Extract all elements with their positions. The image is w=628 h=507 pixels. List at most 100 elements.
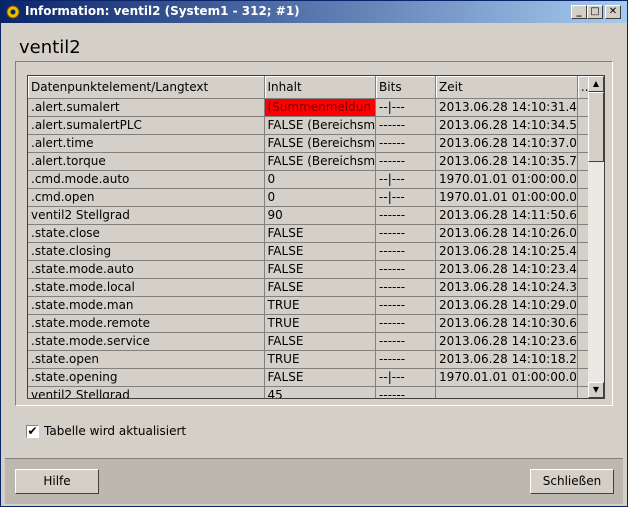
cell-content: TRUE [264, 350, 377, 369]
vertical-scrollbar[interactable]: ▲ ▼ [588, 76, 604, 398]
cell-time: 2013.06.28 14:10:31.4 [435, 98, 578, 117]
cell-time: 2013.06.28 14:10:25.4 [435, 242, 578, 261]
cell-content: FALSE [264, 368, 377, 387]
datapoint-grid: Datenpunktelement/Langtext Inhalt Bits Z… [28, 76, 602, 398]
cell-content: FALSE [264, 242, 377, 261]
table-row[interactable]: .state.closing FALSE ------ 2013.06.28 14:1… [28, 242, 602, 261]
cell-bits: --|--- [375, 368, 437, 387]
button-bar: Hilfe Schließen [5, 458, 623, 504]
cell-time: 2013.06.28 14:10:37.0 [435, 134, 578, 153]
table-row[interactable]: .alert.torque FALSE (Bereichsm ------ 2013.… [28, 152, 602, 171]
minimize-icon: _ [576, 6, 582, 17]
cell-time: 2013.06.28 14:10:34.5 [435, 116, 578, 135]
cell-bits: ------ [375, 260, 437, 279]
table-row[interactable]: .cmd.open 0 --|--- 1970.01.01 01:00:00.0 [28, 188, 602, 207]
help-button[interactable]: Hilfe [15, 469, 99, 494]
cell-time: 2013.06.28 14:10:23.6 [435, 332, 578, 351]
title-bar[interactable]: Information: ventil2 (System1 - 312; #1)… [1, 1, 627, 23]
table-row[interactable]: ventil2 Stellgrad 45 ------ [28, 386, 602, 398]
cell-bits: ------ [375, 116, 437, 135]
auto-refresh-checkbox[interactable]: ✔ [26, 425, 39, 438]
cell-time [435, 386, 578, 398]
cell-element: .state.open [28, 350, 265, 369]
cell-time: 2013.06.28 14:10:30.6 [435, 314, 578, 333]
column-header-bits[interactable]: Bits [375, 76, 437, 99]
table-row[interactable]: .state.mode.man TRUE ------ 2013.06.28 14:1… [28, 296, 602, 315]
cell-element: .state.mode.service [28, 332, 265, 351]
table-row[interactable]: .state.mode.local FALSE ------ 2013.06.28 1… [28, 278, 602, 297]
table-row[interactable]: .state.mode.remote TRUE ------ 2013.06.28 1… [28, 314, 602, 333]
close-icon: ✕ [608, 6, 618, 17]
table-row[interactable]: .state.mode.auto FALSE ------ 2013.06.28 14… [28, 260, 602, 279]
cell-bits: --|--- [375, 188, 437, 207]
cell-time: 1970.01.01 01:00:00.0 [435, 170, 578, 189]
cell-content: (Summenmeldun [264, 98, 377, 117]
table-header-row: Datenpunktelement/Langtext Inhalt Bits Z… [28, 76, 602, 99]
close-button[interactable]: Schließen [530, 469, 614, 494]
cell-bits: ------ [375, 386, 437, 398]
cell-time: 2013.06.28 14:10:23.4 [435, 260, 578, 279]
cell-content: 0 [264, 188, 377, 207]
cell-time: 2013.06.28 14:10:29.0 [435, 296, 578, 315]
cell-bits: ------ [375, 206, 437, 225]
cell-time: 1970.01.01 01:00:00.0 [435, 188, 578, 207]
cell-bits: --|--- [375, 170, 437, 189]
cell-content: FALSE (Bereichsm [264, 134, 377, 153]
cell-time: 1970.01.01 01:00:00.0 [435, 368, 578, 387]
datapoint-table[interactable]: Datenpunktelement/Langtext Inhalt Bits Z… [27, 75, 605, 399]
table-row[interactable]: .state.close FALSE ------ 2013.06.28 14:10:… [28, 224, 602, 243]
dialog-window: Information: ventil2 (System1 - 312; #1)… [0, 0, 628, 507]
table-row[interactable]: .state.opening FALSE --|--- 1970.01.01 01:0… [28, 368, 602, 387]
maximize-button[interactable]: □ [587, 5, 603, 19]
close-window-button[interactable]: ✕ [605, 5, 621, 19]
table-row[interactable]: .state.mode.service FALSE ------ 2013.06.28… [28, 332, 602, 351]
cell-content: FALSE [264, 224, 377, 243]
cell-content: 0 [264, 170, 377, 189]
cell-element: .state.opening [28, 368, 265, 387]
gear-icon [6, 5, 20, 19]
cell-content: TRUE [264, 296, 377, 315]
cell-element: .alert.time [28, 134, 265, 153]
cell-bits: ------ [375, 224, 437, 243]
table-row[interactable]: .alert.sumalert (Summenmeldun --|--- 2013.0… [28, 98, 602, 117]
cell-bits: ------ [375, 278, 437, 297]
cell-time: 2013.06.28 14:11:50.6 [435, 206, 578, 225]
scroll-down-button[interactable]: ▼ [588, 382, 604, 398]
cell-element: ventil2 Stellgrad [28, 206, 265, 225]
cell-bits: ------ [375, 152, 437, 171]
cell-bits: ------ [375, 134, 437, 153]
cell-element: .state.close [28, 224, 265, 243]
cell-content: FALSE [264, 278, 377, 297]
cell-element: .state.mode.auto [28, 260, 265, 279]
cell-content: 90 [264, 206, 377, 225]
page-title: ventil2 [19, 37, 81, 58]
cell-element: .alert.sumalertPLC [28, 116, 265, 135]
cell-element: .state.mode.man [28, 296, 265, 315]
column-header-time[interactable]: Zeit [435, 76, 578, 99]
table-row[interactable]: .alert.sumalertPLC FALSE (Bereichsm ------… [28, 116, 602, 135]
cell-bits: ------ [375, 350, 437, 369]
column-header-element[interactable]: Datenpunktelement/Langtext [28, 76, 265, 99]
scrollbar-thumb[interactable] [588, 92, 604, 162]
table-row[interactable]: .alert.time FALSE (Bereichsm ------ 2013.06… [28, 134, 602, 153]
cell-bits: ------ [375, 332, 437, 351]
cell-content: TRUE [264, 314, 377, 333]
column-header-content[interactable]: Inhalt [264, 76, 377, 99]
arrow-down-icon: ▼ [592, 385, 600, 394]
cell-content: FALSE (Bereichsm [264, 152, 377, 171]
table-row[interactable]: ventil2 Stellgrad 90 ------ 2013.06.28 14:1… [28, 206, 602, 225]
cell-element: .cmd.open [28, 188, 265, 207]
cell-element: .state.mode.remote [28, 314, 265, 333]
cell-element: .alert.torque [28, 152, 265, 171]
cell-element: .state.mode.local [28, 278, 265, 297]
cell-bits: ------ [375, 242, 437, 261]
minimize-button[interactable]: _ [571, 5, 587, 19]
table-row[interactable]: .cmd.mode.auto 0 --|--- 1970.01.01 01:00:00… [28, 170, 602, 189]
table-row[interactable]: .state.open TRUE ------ 2013.06.28 14:10:18… [28, 350, 602, 369]
cell-time: 2013.06.28 14:10:18.2 [435, 350, 578, 369]
cell-time: 2013.06.28 14:10:35.7 [435, 152, 578, 171]
cell-time: 2013.06.28 14:10:24.3 [435, 278, 578, 297]
scroll-up-button[interactable]: ▲ [588, 76, 604, 92]
window-title: Information: ventil2 (System1 - 312; #1) [25, 4, 300, 18]
cell-element: .state.closing [28, 242, 265, 261]
